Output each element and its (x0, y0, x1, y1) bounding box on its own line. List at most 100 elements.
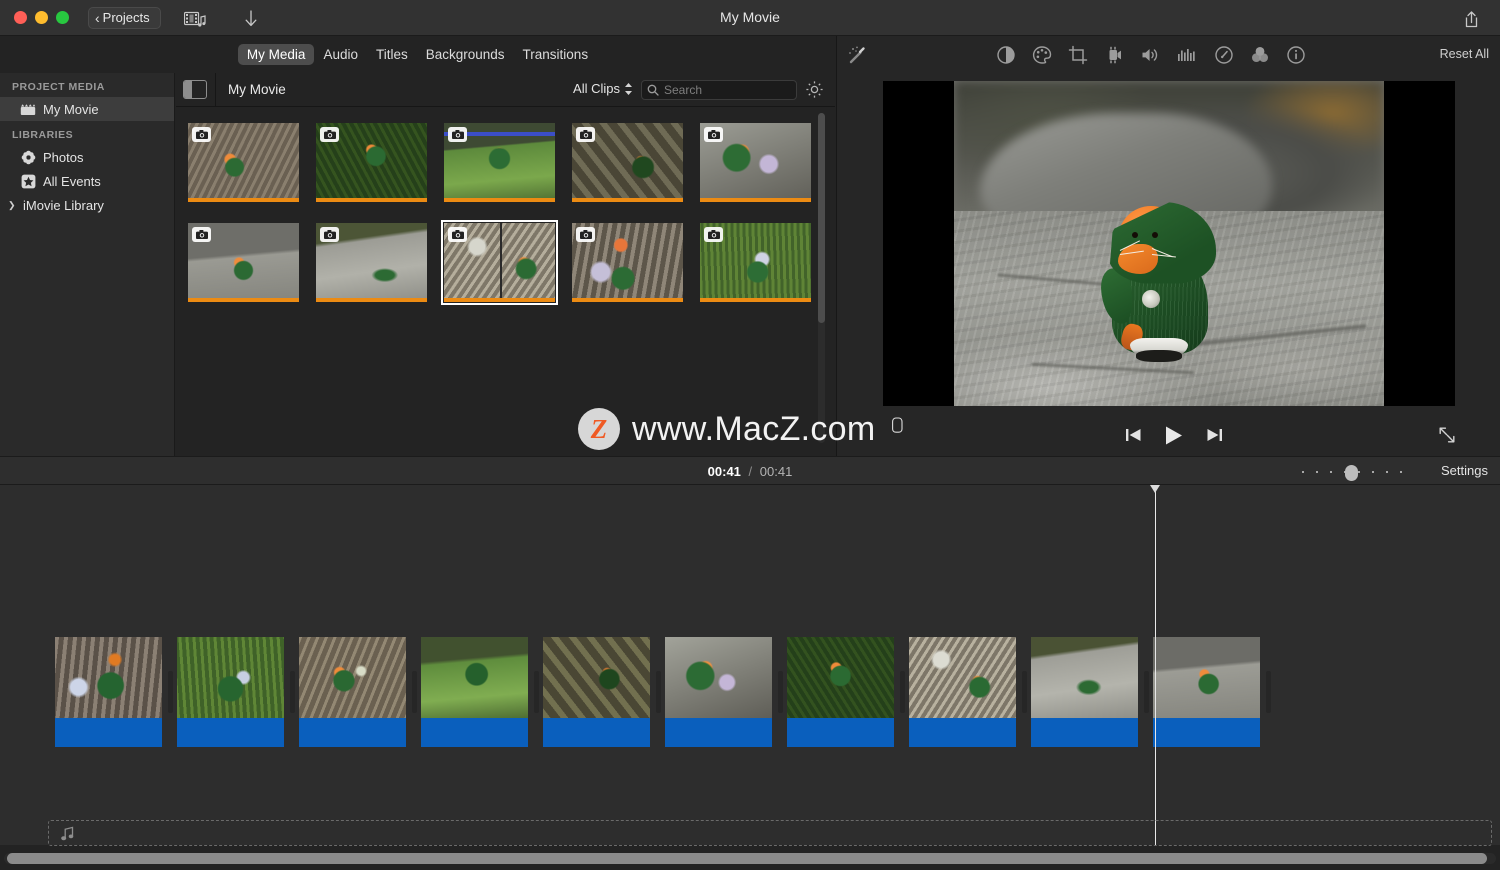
sidebar-item-photos[interactable]: Photos (0, 145, 174, 169)
clip-thumbnail-10[interactable] (700, 223, 811, 302)
camera-icon (320, 127, 339, 142)
tab-backgrounds[interactable]: Backgrounds (417, 44, 514, 65)
tab-titles[interactable]: Titles (367, 44, 417, 65)
tab-my-media[interactable]: My Media (237, 44, 315, 65)
timeline-settings-button[interactable]: Settings (1441, 463, 1488, 478)
used-indicator (700, 298, 811, 302)
viewer-panel: Reset All (836, 36, 1500, 456)
timeline-zoom-slider[interactable] (1302, 465, 1402, 481)
all-clips-filter[interactable]: All Clips (573, 81, 633, 96)
clip-divider (162, 637, 177, 747)
tab-audio[interactable]: Audio (314, 44, 367, 65)
sidebar-item-imovie-library[interactable]: ❯ iMovie Library (0, 193, 174, 217)
disclosure-triangle-icon[interactable]: ❯ (8, 200, 18, 211)
timeline-clip-9[interactable] (1031, 637, 1138, 747)
timeline-thumbnail (543, 637, 650, 718)
browser-vertical-scrollbar[interactable] (818, 113, 825, 443)
timeline-horizontal-scrollbar[interactable] (4, 853, 1496, 864)
play-button[interactable] (1162, 424, 1186, 446)
timeline-clip-6[interactable] (665, 637, 772, 747)
clip-thumbnail-9[interactable] (572, 223, 683, 302)
sidebar-item-all-events[interactable]: All Events (0, 169, 174, 193)
used-indicator (188, 298, 299, 302)
speed-button[interactable] (1212, 43, 1236, 67)
camera-icon (320, 227, 339, 242)
reset-all-button[interactable]: Reset All (1440, 47, 1489, 61)
timeline-clip-7[interactable] (787, 637, 894, 747)
browser-toolbar: My Movie All Clips (176, 72, 835, 107)
clip-thumbnail-7[interactable] (316, 223, 427, 302)
timeline-thumbnail (299, 637, 406, 718)
filters-icon (1252, 47, 1268, 62)
sidebar-toggle-button[interactable] (183, 80, 207, 99)
timeline-clip-bar (1031, 718, 1138, 747)
clip-thumbnail-4[interactable] (572, 123, 683, 202)
stabilization-button[interactable] (1102, 43, 1126, 67)
clip-divider (1138, 637, 1153, 747)
crop-button[interactable] (1066, 43, 1090, 67)
sidebar-item-my-movie[interactable]: My Movie (0, 97, 174, 121)
equalizer-button[interactable] (1174, 43, 1198, 67)
timeline-clip-bar (177, 718, 284, 747)
color-balance-button[interactable] (994, 43, 1018, 67)
timeline-clip-10[interactable] (1153, 637, 1260, 747)
magic-wand-icon (849, 46, 865, 64)
magic-wand-button[interactable] (845, 43, 869, 67)
timeline-clip-3[interactable] (299, 637, 406, 747)
fullscreen-button[interactable] (1435, 424, 1459, 446)
search-field[interactable] (641, 80, 797, 100)
info-button[interactable] (1284, 43, 1308, 67)
viewer-stage (837, 73, 1500, 413)
browser-settings-button[interactable] (805, 80, 825, 100)
music-note-icon (61, 826, 74, 840)
music-drop-zone[interactable] (48, 820, 1492, 846)
zoom-slider-thumb[interactable] (1345, 465, 1358, 481)
search-input[interactable] (664, 83, 784, 97)
media-tab-bar: My Media Audio Titles Backgrounds Transi… (0, 36, 835, 73)
clip-thumbnail-5[interactable] (700, 123, 811, 202)
clip-grid (176, 107, 821, 456)
sidebar-item-label: My Movie (43, 101, 99, 117)
timeline-clip-1[interactable] (55, 637, 162, 747)
filters-button[interactable] (1248, 43, 1272, 67)
share-button[interactable] (1456, 8, 1486, 30)
volume-button[interactable] (1138, 43, 1162, 67)
total-timecode: 00:41 (759, 464, 793, 479)
clip-divider (406, 637, 421, 747)
updown-chevron-icon (624, 82, 633, 96)
timeline-panel[interactable] (0, 485, 1500, 845)
timeline-thumbnail (787, 637, 894, 718)
video-canvas[interactable] (883, 80, 1455, 406)
transport-controls (837, 413, 1500, 456)
clip-thumbnail-1[interactable] (188, 123, 299, 202)
clip-divider (528, 637, 543, 747)
clip-thumbnail-6[interactable] (188, 223, 299, 302)
equalizer-icon (1178, 49, 1195, 61)
media-browser: My Movie All Clips (176, 72, 835, 456)
current-timecode: 00:41 (707, 464, 741, 479)
clip-divider (894, 637, 909, 747)
libraries-header: LIBRARIES (12, 129, 74, 141)
speed-icon (1215, 46, 1233, 64)
color-correction-button[interactable] (1030, 43, 1054, 67)
timeline-clip-4[interactable] (421, 637, 528, 747)
previous-clip-button[interactable] (1123, 424, 1145, 446)
clip-thumbnail-2[interactable] (316, 123, 427, 202)
camera-icon (192, 127, 211, 142)
timeline-clip-2[interactable] (177, 637, 284, 747)
volume-icon (1142, 49, 1158, 61)
timeline-clip-row (55, 637, 1275, 747)
sidebar-item-label: All Events (43, 173, 101, 189)
sidebar-item-label: Photos (43, 149, 84, 165)
window-title: My Movie (720, 9, 780, 25)
clip-thumbnail-3[interactable] (444, 123, 555, 202)
timeline-thumbnail (1153, 637, 1260, 718)
tab-transitions[interactable]: Transitions (514, 44, 598, 65)
timeline-clip-8[interactable] (909, 637, 1016, 747)
clip-thumbnail-8[interactable] (441, 220, 558, 305)
timeline-clip-5[interactable] (543, 637, 650, 747)
used-indicator (444, 298, 555, 302)
timeline-clip-bar (909, 718, 1016, 747)
next-clip-button[interactable] (1203, 424, 1225, 446)
timeline-playhead[interactable] (1150, 485, 1160, 845)
